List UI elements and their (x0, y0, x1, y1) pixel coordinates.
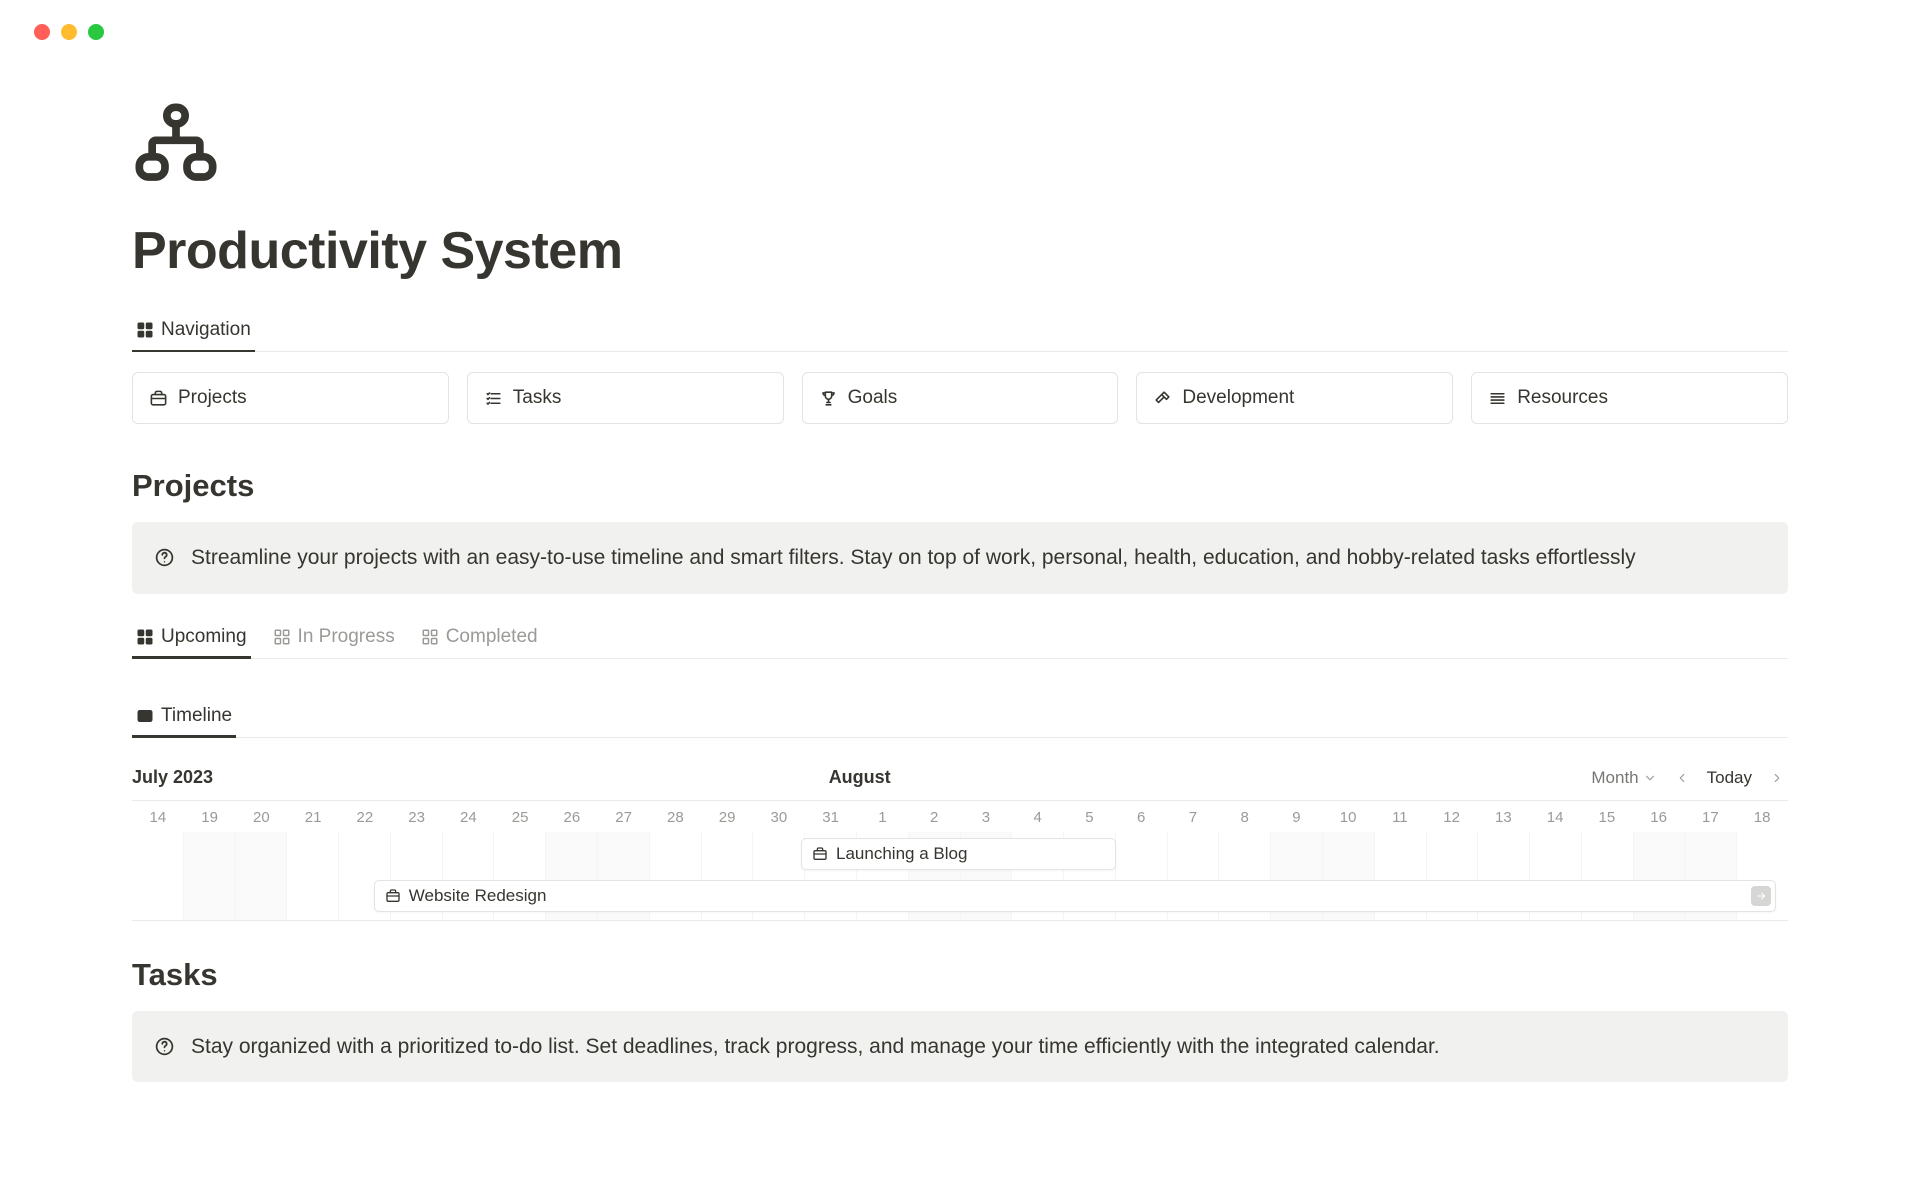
nav-card-label: Projects (178, 387, 247, 409)
chevron-down-icon (1643, 771, 1657, 785)
timeline-day: 10 (1322, 809, 1374, 826)
timeline-range-secondary: August (829, 767, 891, 788)
overflow-right-icon (1751, 886, 1771, 906)
tab-in-progress[interactable]: In Progress (269, 618, 399, 658)
timeline-day: 5 (1064, 809, 1116, 826)
timeline-day-scale: 1419202122232425262728293031123456789101… (132, 801, 1788, 832)
timeline-bar-label: Launching a Blog (836, 844, 967, 864)
chevron-right-icon (1770, 771, 1784, 785)
tab-timeline[interactable]: Timeline (132, 697, 236, 737)
tasks-heading: Tasks (132, 957, 1788, 993)
timeline-day: 24 (443, 809, 495, 826)
tasks-callout: Stay organized with a prioritized to-do … (132, 1011, 1788, 1083)
timeline-day: 13 (1478, 809, 1530, 826)
timeline-header: July 2023 August Month Today (132, 758, 1788, 801)
briefcase-icon (812, 846, 828, 862)
tab-navigation[interactable]: Navigation (132, 311, 255, 351)
timeline-day: 25 (494, 809, 546, 826)
timeline-day: 23 (391, 809, 443, 826)
timeline-today-button[interactable]: Today (1703, 766, 1756, 790)
timeline-day: 21 (287, 809, 339, 826)
timeline-body[interactable]: Launching a Blog Website Redesign (132, 832, 1788, 920)
timeline-day: 26 (546, 809, 598, 826)
timeline-day: 18 (1736, 809, 1788, 826)
timeline-day: 4 (1012, 809, 1064, 826)
page-icon[interactable] (132, 100, 1788, 193)
timeline-range-primary: July 2023 (132, 767, 213, 788)
briefcase-icon (385, 888, 401, 904)
tab-label: Timeline (161, 705, 232, 727)
timeline-day: 14 (132, 809, 184, 826)
timeline-day: 2 (908, 809, 960, 826)
nav-card-label: Resources (1517, 387, 1608, 409)
timeline-day: 22 (339, 809, 391, 826)
projects-view-tabs: Upcoming In Progress Completed (132, 618, 1788, 659)
timeline-day: 6 (1115, 809, 1167, 826)
nav-card-resources[interactable]: Resources (1471, 372, 1788, 424)
timeline-day: 30 (753, 809, 805, 826)
tab-label: In Progress (298, 626, 395, 648)
timeline-day: 19 (184, 809, 236, 826)
callout-text: Streamline your projects with an easy-to… (191, 542, 1636, 574)
nav-card-label: Tasks (513, 387, 562, 409)
timeline-day: 28 (650, 809, 702, 826)
page-title: Productivity System (132, 221, 1788, 281)
callout-text: Stay organized with a prioritized to-do … (191, 1031, 1440, 1063)
timeline-day: 20 (236, 809, 288, 826)
tab-label: Navigation (161, 319, 251, 341)
window-traffic-lights (0, 0, 1920, 40)
timeline-day: 27 (598, 809, 650, 826)
minimize-window-button[interactable] (61, 24, 77, 40)
nav-cards-row: Projects Tasks Goals Development Resourc… (132, 372, 1788, 424)
tab-label: Upcoming (161, 626, 247, 648)
timeline-day: 11 (1374, 809, 1426, 826)
timeline-day: 3 (960, 809, 1012, 826)
nav-card-label: Development (1182, 387, 1294, 409)
timeline-bar-launching-a-blog[interactable]: Launching a Blog (801, 838, 1116, 870)
tab-upcoming[interactable]: Upcoming (132, 618, 251, 658)
navigation-tabs: Navigation (132, 311, 1788, 352)
timeline-day: 29 (701, 809, 753, 826)
timeline-prev-button[interactable] (1671, 769, 1693, 787)
nav-card-projects[interactable]: Projects (132, 372, 449, 424)
timeline-scale-select[interactable]: Month (1587, 766, 1660, 790)
timeline-view-tabs: Timeline (132, 697, 1788, 738)
timeline-day: 7 (1167, 809, 1219, 826)
timeline-day: 14 (1529, 809, 1581, 826)
tab-completed[interactable]: Completed (417, 618, 542, 658)
timeline-next-button[interactable] (1766, 769, 1788, 787)
timeline-day: 17 (1685, 809, 1737, 826)
tab-label: Completed (446, 626, 538, 648)
timeline-bar-website-redesign[interactable]: Website Redesign (374, 880, 1776, 912)
timeline-day: 1 (857, 809, 909, 826)
nav-card-label: Goals (848, 387, 898, 409)
timeline-day: 12 (1426, 809, 1478, 826)
timeline-bar-label: Website Redesign (409, 886, 547, 906)
help-icon (154, 547, 175, 568)
zoom-window-button[interactable] (88, 24, 104, 40)
close-window-button[interactable] (34, 24, 50, 40)
timeline-day: 8 (1219, 809, 1271, 826)
nav-card-development[interactable]: Development (1136, 372, 1453, 424)
help-icon (154, 1036, 175, 1057)
timeline-day: 16 (1633, 809, 1685, 826)
timeline-day: 15 (1581, 809, 1633, 826)
chevron-left-icon (1675, 771, 1689, 785)
projects-heading: Projects (132, 468, 1788, 504)
nav-card-tasks[interactable]: Tasks (467, 372, 784, 424)
nav-card-goals[interactable]: Goals (802, 372, 1119, 424)
timeline-day: 31 (805, 809, 857, 826)
projects-callout: Streamline your projects with an easy-to… (132, 522, 1788, 594)
timeline-day: 9 (1271, 809, 1323, 826)
